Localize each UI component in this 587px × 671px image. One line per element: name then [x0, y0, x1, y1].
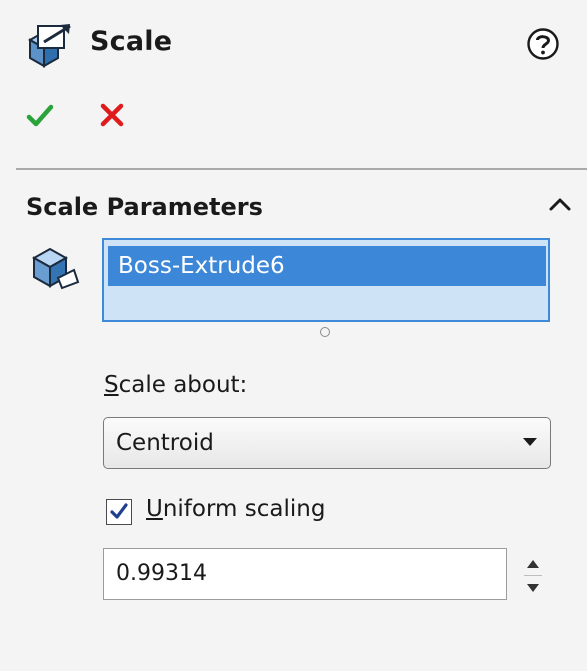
- bodies-selection-box[interactable]: Boss-Extrude6: [102, 238, 550, 322]
- scale-factor-input[interactable]: 0.99314: [103, 548, 507, 600]
- selection-box-resize-handle[interactable]: [320, 327, 330, 337]
- dropdown-arrow-icon: [523, 438, 537, 446]
- scale-about-dropdown[interactable]: Centroid: [103, 417, 551, 469]
- scale-factor-spinner[interactable]: [518, 552, 548, 600]
- scale-about-hotkey: S: [104, 372, 119, 398]
- uniform-scaling-checkbox[interactable]: [106, 499, 132, 525]
- spin-up-icon[interactable]: [518, 552, 548, 576]
- ok-button[interactable]: [26, 100, 54, 130]
- uniform-scaling-hotkey: U: [146, 496, 163, 522]
- chevron-up-icon[interactable]: [546, 194, 574, 214]
- solid-body-icon: [31, 247, 80, 290]
- uniform-scaling-label-text: niform scaling: [162, 496, 326, 522]
- cancel-button[interactable]: [98, 100, 126, 130]
- checkmark-icon: [110, 503, 128, 519]
- selected-body-item[interactable]: Boss-Extrude6: [108, 246, 546, 286]
- scale-about-label-text: cale about:: [118, 372, 248, 398]
- scale-feature-icon: [27, 24, 71, 68]
- scale-about-selected-value: Centroid: [116, 430, 214, 456]
- scale-about-label: Scale about:: [104, 372, 247, 398]
- uniform-scaling-label[interactable]: Uniform scaling: [146, 496, 325, 522]
- group-title: Scale Parameters: [26, 193, 263, 221]
- spin-down-icon[interactable]: [518, 576, 548, 600]
- help-question-icon[interactable]: [526, 27, 560, 61]
- property-manager-header: Scale: [0, 0, 587, 160]
- section-divider: [16, 168, 587, 170]
- page-title: Scale: [90, 26, 173, 57]
